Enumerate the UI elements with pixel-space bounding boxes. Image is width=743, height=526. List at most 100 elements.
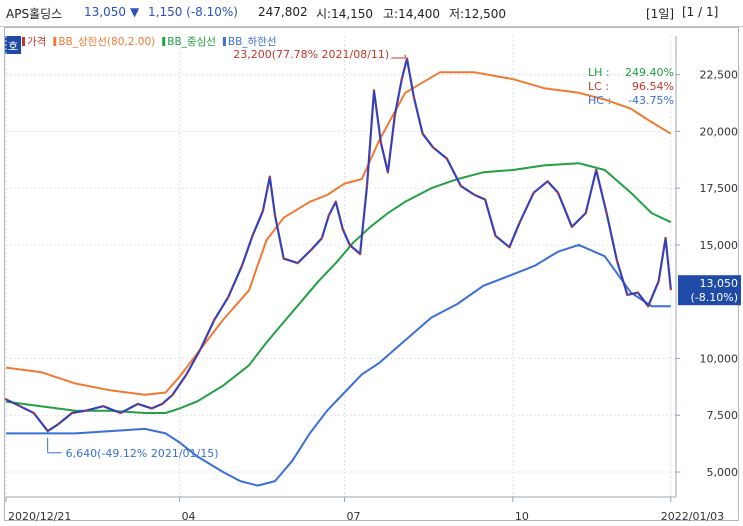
price-point (240, 264, 244, 267)
legend-label: BB_중심선 (167, 36, 216, 48)
bb-upper-line (5, 71, 672, 396)
stat-value: -43.75% (628, 94, 674, 107)
price-point (570, 225, 574, 228)
y-tick-label: 7,500 (707, 409, 739, 422)
price-point (320, 236, 324, 240)
price-point (341, 227, 344, 231)
price-point (636, 291, 640, 294)
price-chart: 호 22,500 20,000 17,500 15,000 10,000 7,500 5,0… (4, 35, 741, 523)
y-tick-label: 22,500 (700, 69, 739, 82)
price-point (161, 402, 164, 406)
price-point (445, 157, 449, 160)
stat-label: HC : (588, 94, 611, 107)
price-point (70, 411, 74, 415)
stat-label: LC : (588, 80, 609, 93)
stat-value: 249.40% (625, 66, 674, 79)
x-tick-label: 2022/01/03 (661, 510, 724, 523)
price-point (226, 295, 230, 299)
min-annotation: 6,640(-49.12% 2021/01/15) (66, 447, 219, 460)
price-point (334, 200, 337, 203)
price-point (647, 305, 650, 308)
stat-label: LH : (588, 66, 610, 79)
price-point (556, 191, 560, 194)
price-point (310, 248, 313, 251)
current-price-change: (-8.10%) (691, 291, 739, 304)
y-tick-label: 20,000 (700, 125, 739, 138)
price-point (483, 198, 487, 201)
price-point (136, 402, 140, 406)
price-point (365, 184, 369, 188)
annotations: 23,200(77.78% 2021/08/11) 6,640(-49.12% 2… (47, 48, 406, 460)
price-point (268, 175, 272, 178)
legend-marker (53, 37, 57, 46)
price-point (32, 411, 35, 415)
price-point (119, 411, 122, 415)
price-point (664, 236, 667, 240)
price-point (473, 193, 476, 197)
x-tick-label: 07 (346, 510, 360, 523)
x-tick-label: 04 (182, 510, 196, 523)
price-point (348, 243, 351, 247)
price-point (251, 234, 254, 238)
price-point (372, 89, 376, 92)
price-point (213, 318, 216, 322)
legend-label: BB_하한선 (228, 35, 277, 48)
price-point (421, 132, 424, 135)
price-point (459, 184, 462, 188)
legend-marker (22, 37, 25, 46)
price-point (261, 209, 265, 213)
series-group (4, 57, 672, 487)
side-tag-label: 호 (8, 40, 18, 53)
y-tick-label: 10,000 (700, 352, 739, 365)
price-point (494, 234, 497, 238)
price-point (626, 293, 629, 297)
legend: 가격 BB_상한선(80,2.00) BB_중심선 BB_하한선 (22, 35, 277, 48)
price-point (594, 168, 598, 172)
x-tick-label: 10 (515, 510, 529, 523)
price-point (400, 77, 403, 81)
price-point (296, 261, 299, 265)
price-point (282, 257, 285, 260)
price-point (405, 57, 409, 60)
price-point (386, 171, 390, 174)
price-point (615, 259, 619, 263)
price-point (532, 191, 535, 194)
price-point (199, 348, 202, 351)
price-point (412, 96, 416, 99)
max-annotation: 23,200(77.78% 2021/08/11) (233, 48, 389, 61)
stat-value: 96.54% (632, 80, 674, 93)
price-point (379, 141, 383, 144)
bb-middle-line (5, 162, 672, 414)
price-point (605, 211, 608, 215)
price-point (56, 423, 60, 426)
price-point (431, 146, 435, 149)
y-tick-label: 5,000 (707, 466, 739, 479)
price-point (518, 221, 521, 224)
price-point (84, 409, 88, 412)
price-point (102, 404, 105, 408)
price-point (657, 280, 660, 283)
x-tick-label: 2020/12/21 (8, 510, 71, 523)
legend-label: BB_상한선(80,2.00) (58, 36, 155, 48)
price-point (669, 288, 672, 291)
price-point (393, 114, 397, 117)
price-point (327, 214, 331, 217)
price-point (273, 214, 277, 217)
y-tick-label: 17,500 (700, 182, 739, 195)
legend-marker (222, 37, 226, 46)
y-tick-label: 15,000 (700, 239, 739, 252)
price-point (18, 404, 22, 408)
price-point (46, 429, 49, 433)
price-point (185, 373, 188, 376)
price-point (508, 245, 511, 249)
price-point (584, 211, 587, 215)
price-point (171, 393, 174, 397)
price-point (150, 407, 154, 410)
price-point (4, 398, 8, 401)
stats-box: LH : 249.40% LC : 96.54% HC : -43.75% (588, 66, 674, 107)
legend-label: 가격 (27, 35, 46, 48)
current-price-label: 13,050 (700, 277, 739, 290)
price-point (358, 252, 362, 256)
price-point (546, 180, 549, 183)
legend-marker (162, 37, 166, 46)
